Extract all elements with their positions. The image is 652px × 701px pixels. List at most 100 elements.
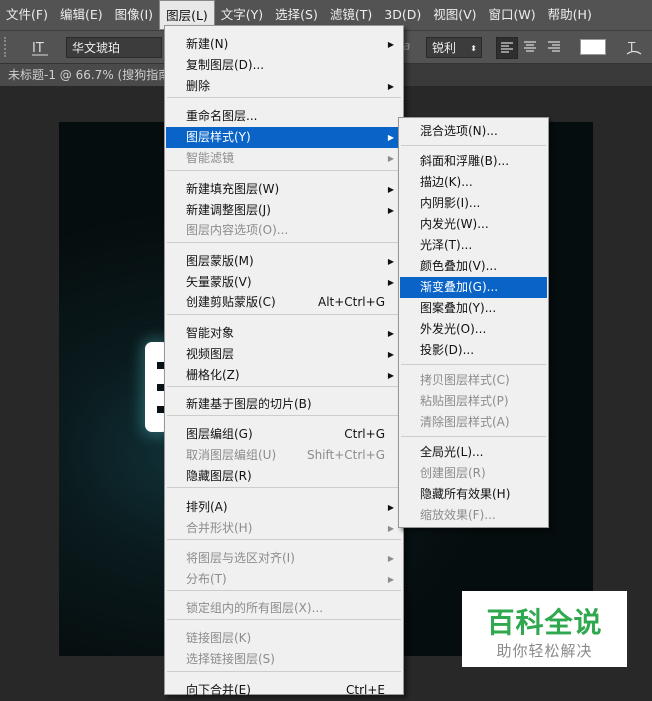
menu-item-label: 排列(A): [186, 500, 228, 514]
menu-separator: [167, 97, 401, 98]
style-menu-item[interactable]: 斜面和浮雕(B)...: [400, 151, 547, 172]
style-menu-item[interactable]: 清除图层样式(A): [400, 412, 547, 433]
layer-menu-item[interactable]: 链接图层(K): [166, 628, 402, 649]
menu-item-label: 混合选项(N)...: [420, 124, 498, 138]
menubar-item-9[interactable]: 窗口(W): [483, 0, 542, 30]
style-menu-item[interactable]: 外发光(O)...: [400, 319, 547, 340]
menu-separator: [167, 386, 401, 387]
menu-item-label: 光泽(T)...: [420, 238, 473, 252]
style-menu-item[interactable]: 图案叠加(Y)...: [400, 298, 547, 319]
menu-item-label: 合并形状(H): [186, 521, 253, 535]
layer-menu-item[interactable]: 向下合并(E) Ctrl+E: [166, 680, 402, 701]
align-center-icon[interactable]: [520, 37, 542, 59]
menu-separator: [167, 590, 401, 591]
watermark-subtitle: 助你轻松解决: [496, 642, 593, 660]
menubar-item-1[interactable]: 编辑(E): [54, 0, 109, 30]
layer-menu-item[interactable]: 选择链接图层(S): [166, 649, 402, 670]
warp-text-icon[interactable]: T: [624, 37, 644, 57]
layer-menu-item[interactable]: 栅格化(Z) ▶: [166, 365, 402, 386]
style-menu-item[interactable]: 混合选项(N)...: [400, 121, 547, 142]
menu-item-label: 图层样式(Y): [186, 130, 251, 144]
layer-menu-item[interactable]: 图层样式(Y) ▶: [166, 127, 402, 148]
text-orientation-icon[interactable]: IT: [30, 37, 50, 57]
style-menu-item[interactable]: 粘贴图层样式(P): [400, 391, 547, 412]
layer-menu-item[interactable]: 图层蒙版(M) ▶: [166, 251, 402, 272]
menu-item-label: 分布(T): [186, 572, 227, 586]
menu-item-label: 内发光(W)...: [420, 217, 489, 231]
style-menu-item[interactable]: 投影(D)...: [400, 340, 547, 361]
menu-item-label: 新建基于图层的切片(B): [186, 397, 312, 411]
style-menu-item[interactable]: 拷贝图层样式(C): [400, 370, 547, 391]
layer-menu-item[interactable]: 图层内容选项(O)...: [166, 220, 402, 241]
menu-item-shortcut: Ctrl+G: [344, 427, 385, 441]
layer-menu-item[interactable]: 新建(N) ▶: [166, 34, 402, 55]
font-family-field[interactable]: 华文琥珀: [66, 37, 162, 58]
submenu-arrow-icon: ▶: [387, 554, 394, 563]
layer-menu-item[interactable]: 将图层与选区对齐(I) ▶: [166, 548, 402, 569]
watermark-logo: 百科全说 助你轻松解决: [462, 591, 627, 667]
menubar-item-0[interactable]: 文件(F): [0, 0, 54, 30]
layer-menu-item[interactable]: 智能滤镜 ▶: [166, 148, 402, 169]
layer-menu-item[interactable]: 矢量蒙版(V) ▶: [166, 272, 402, 293]
style-menu-item[interactable]: 渐变叠加(G)...: [400, 277, 547, 298]
menu-item-shortcut: Alt+Ctrl+G: [317, 295, 385, 309]
style-menu-item[interactable]: 颜色叠加(V)...: [400, 256, 547, 277]
menu-item-label: 斜面和浮雕(B)...: [420, 154, 510, 168]
anti-alias-value: 锐利: [432, 41, 457, 55]
menu-item-label: 投影(D)...: [420, 343, 475, 357]
layer-menu: 新建(N) ▶ 复制图层(D)... 删除 ▶ 重命名图层... 图层样式(Y) ▶ 智能滤镜 ▶…: [164, 25, 404, 697]
layer-menu-item[interactable]: 合并形状(H) ▶: [166, 518, 402, 539]
layer-menu-item[interactable]: 排列(A) ▶: [166, 497, 402, 518]
style-menu-item[interactable]: 内阴影(I)...: [400, 193, 547, 214]
layer-menu-item[interactable]: 重命名图层...: [166, 106, 402, 127]
menu-item-label: 栅格化(Z): [186, 368, 240, 382]
panel-grip-icon[interactable]: [4, 37, 16, 57]
style-menu-item[interactable]: 缩放效果(F)...: [400, 505, 547, 526]
menu-item-label: 清除图层样式(A): [420, 415, 510, 429]
layer-menu-item[interactable]: 图层编组(G) Ctrl+G: [166, 424, 402, 445]
layer-menu-item[interactable]: 创建剪贴蒙版(C) Alt+Ctrl+G: [166, 292, 402, 313]
swatch-fill: [581, 40, 605, 54]
select-arrows-icon: ⬍: [470, 44, 477, 53]
layer-menu-item[interactable]: 新建填充图层(W) ▶: [166, 179, 402, 200]
menu-separator: [167, 619, 401, 620]
layer-menu-item[interactable]: 取消图层编组(U) Shift+Ctrl+G: [166, 445, 402, 466]
menu-item-label: 图层蒙版(M): [186, 254, 254, 268]
menu-item-label: 描边(K)...: [420, 175, 473, 189]
menu-separator: [167, 487, 401, 488]
menu-separator: [167, 170, 401, 171]
align-left-icon[interactable]: [496, 37, 518, 59]
layer-menu-item[interactable]: 隐藏图层(R): [166, 466, 402, 487]
layer-menu-item[interactable]: 锁定组内的所有图层(X)...: [166, 598, 402, 619]
layer-menu-item[interactable]: 删除 ▶: [166, 76, 402, 97]
layer-menu-item[interactable]: 分布(T) ▶: [166, 569, 402, 590]
menubar-item-10[interactable]: 帮助(H): [542, 0, 598, 30]
submenu-arrow-icon: ▶: [387, 154, 394, 163]
style-menu-item[interactable]: 光泽(T)...: [400, 235, 547, 256]
layer-menu-item[interactable]: 新建调整图层(J) ▶: [166, 200, 402, 221]
style-menu-item[interactable]: 内发光(W)...: [400, 214, 547, 235]
menu-item-label: 新建填充图层(W): [186, 182, 280, 196]
style-menu-item[interactable]: 隐藏所有效果(H): [400, 484, 547, 505]
layer-menu-item[interactable]: 视频图层 ▶: [166, 344, 402, 365]
submenu-arrow-icon: ▶: [387, 185, 394, 194]
submenu-arrow-icon: ▶: [387, 503, 394, 512]
style-menu-item[interactable]: 全局光(L)...: [400, 442, 547, 463]
menu-item-label: 将图层与选区对齐(I): [186, 551, 295, 565]
layer-menu-item[interactable]: 智能对象 ▶: [166, 323, 402, 344]
style-menu-item[interactable]: 创建图层(R): [400, 463, 547, 484]
anti-alias-select[interactable]: 锐利 ⬍: [426, 37, 482, 58]
style-menu-item[interactable]: 描边(K)...: [400, 172, 547, 193]
anti-alias-label: a: [403, 39, 411, 53]
text-color-swatch[interactable]: [580, 39, 606, 55]
menu-separator: [167, 415, 401, 416]
menubar-item-2[interactable]: 图像(I): [109, 0, 159, 30]
layer-menu-item[interactable]: 新建基于图层的切片(B): [166, 394, 402, 415]
align-right-icon[interactable]: [544, 37, 566, 59]
document-tab[interactable]: 未标题-1 @ 66.7% (搜狗指南: [0, 64, 175, 86]
submenu-arrow-icon: ▶: [387, 278, 394, 287]
layer-menu-item[interactable]: 复制图层(D)...: [166, 55, 402, 76]
menu-item-label: 创建剪贴蒙版(C): [186, 295, 276, 309]
menubar-item-8[interactable]: 视图(V): [427, 0, 482, 30]
menu-item-label: 图层编组(G): [186, 427, 253, 441]
